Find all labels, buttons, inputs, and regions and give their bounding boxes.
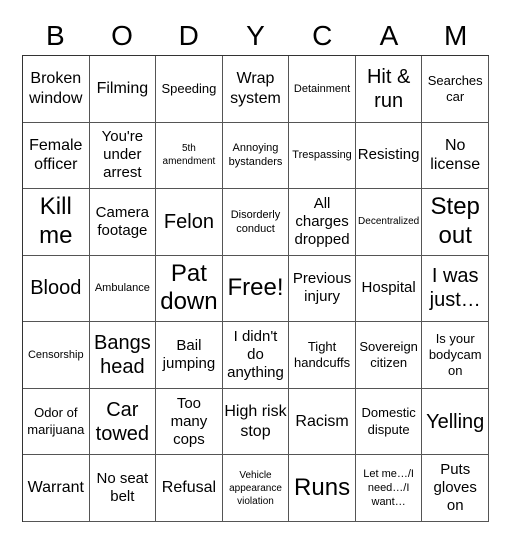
bingo-cell[interactable]: No seat belt (89, 455, 157, 522)
bingo-cell[interactable]: Pat down (156, 255, 223, 323)
header-letter-c: C (312, 20, 333, 51)
bingo-cell[interactable]: Yelling (422, 388, 489, 456)
bingo-cell[interactable]: Annoying bystanders (222, 122, 290, 190)
bingo-cell[interactable]: Bangs head (89, 322, 157, 389)
bingo-cell[interactable]: I didn't do anything (222, 322, 290, 389)
bingo-cell[interactable]: Speeding (156, 56, 223, 123)
bingo-cell[interactable]: Censorship (23, 322, 90, 389)
bingo-cell[interactable]: I was just… (422, 255, 489, 323)
bingo-cell[interactable]: Domestic dispute (355, 388, 423, 456)
bingo-cell[interactable]: Bail jumping (156, 322, 223, 389)
bingo-cell[interactable]: Felon (156, 189, 223, 256)
bingo-cell[interactable]: Trespassing (289, 122, 356, 190)
bingo-cell[interactable]: Racism (289, 388, 356, 456)
bingo-cell[interactable]: 5th amendment (156, 122, 223, 190)
free-space[interactable]: Free! (222, 255, 290, 323)
bingo-cell[interactable]: Decentralized (355, 189, 423, 256)
bingo-cell[interactable]: Car towed (89, 388, 157, 456)
bingo-cell[interactable]: Odor of marijuana (23, 388, 90, 456)
header-letter-d: D (178, 20, 199, 51)
header-letter-m: M (443, 20, 468, 51)
bingo-cell[interactable]: You're under arrest (89, 122, 157, 190)
bingo-cell[interactable]: Wrap system (222, 56, 290, 123)
bingo-cell[interactable]: No license (422, 122, 489, 190)
bingo-cell[interactable]: Camera footage (89, 189, 157, 256)
bingo-cell[interactable]: Kill me (23, 189, 90, 256)
bingo-cell[interactable]: Hit & run (355, 56, 423, 123)
bingo-cell[interactable]: Runs (289, 455, 356, 522)
bingo-header: B O D Y C A M (22, 18, 489, 54)
bingo-cell[interactable]: Disorderly conduct (222, 189, 290, 256)
bingo-cell[interactable]: Hospital (355, 255, 423, 323)
bingo-cell[interactable]: Broken window (23, 56, 90, 123)
bingo-cell[interactable]: Previous injury (289, 255, 356, 323)
bingo-cell[interactable]: Step out (422, 189, 489, 256)
bingo-cell[interactable]: Too many cops (156, 388, 223, 456)
header-letter-a: A (379, 20, 399, 51)
bingo-cell[interactable]: Ambulance (89, 255, 157, 323)
bingo-cell[interactable]: Warrant (23, 455, 90, 522)
header-letter-y: Y (246, 20, 265, 51)
bingo-cell[interactable]: Detainment (289, 56, 356, 123)
bingo-cell[interactable]: Is your bodycam on (422, 322, 489, 389)
bingo-cell[interactable]: Sovereign citizen (355, 322, 423, 389)
bingo-cell[interactable]: Resisting (355, 122, 423, 190)
bingo-cell[interactable]: High risk stop (222, 388, 290, 456)
header-letter-b: B (46, 20, 65, 51)
bingo-cell[interactable]: Vehicle appearance violation (222, 455, 290, 522)
bingo-cell[interactable]: All charges dropped (289, 189, 356, 256)
bingo-cell[interactable]: Filming (89, 56, 157, 123)
bingo-cell[interactable]: Tight handcuffs (289, 322, 356, 389)
bingo-grid: Broken window Filming Speeding Wrap syst… (22, 55, 489, 522)
bingo-cell[interactable]: Puts gloves on (422, 455, 489, 522)
bingo-cell[interactable]: Searches car (422, 56, 489, 123)
bingo-cell[interactable]: Female officer (23, 122, 90, 190)
bingo-cell[interactable]: Let me…/I need…/I want… (355, 455, 423, 522)
bingo-cell[interactable]: Blood (23, 255, 90, 323)
bingo-cell[interactable]: Refusal (156, 455, 223, 522)
header-letter-o: O (111, 20, 133, 51)
